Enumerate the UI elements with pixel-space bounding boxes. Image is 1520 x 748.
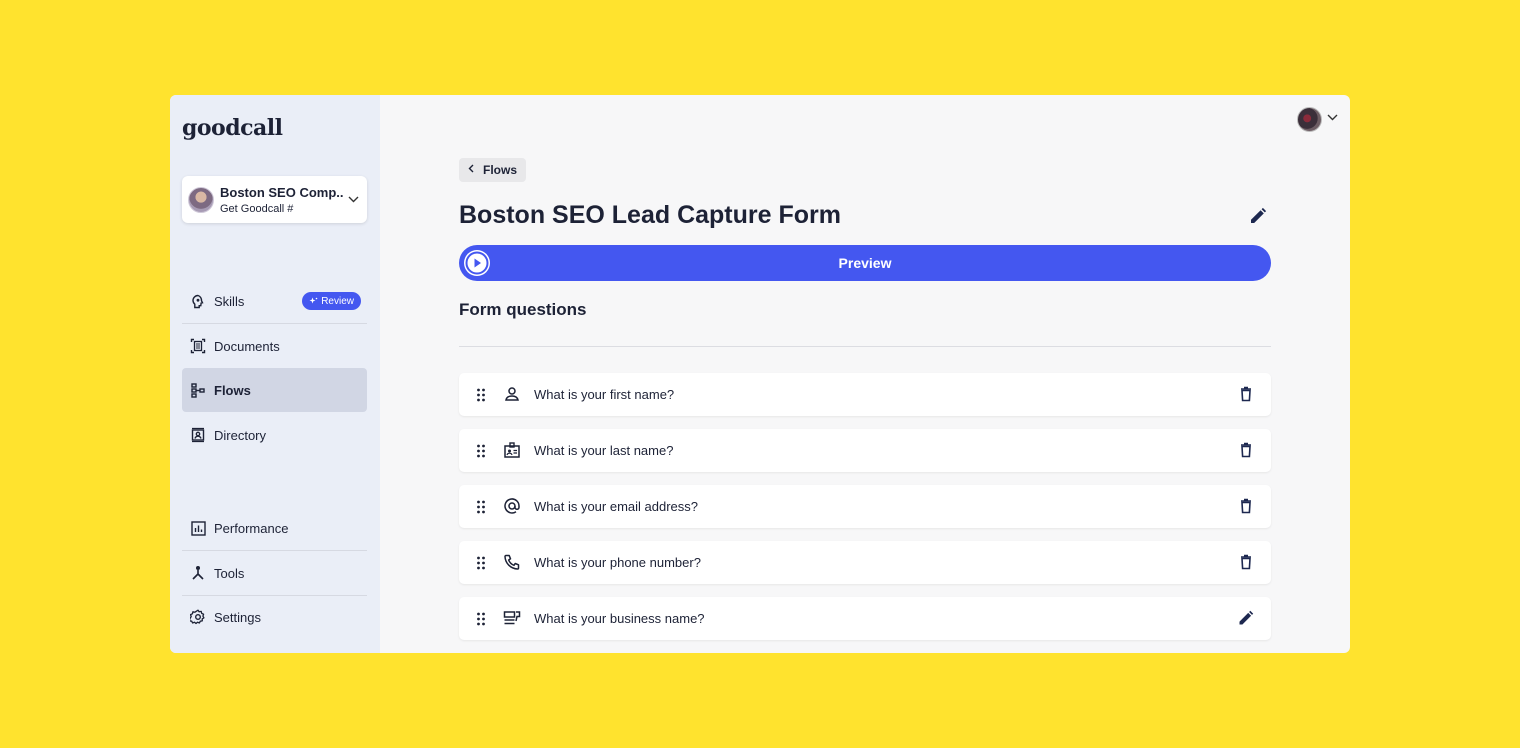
play-icon <box>464 250 490 276</box>
pencil-icon <box>1239 610 1254 625</box>
sidebar-item-performance[interactable]: Performance <box>182 506 367 550</box>
sidebar-item-label: Skills <box>214 293 245 309</box>
sidebar-item-label: Settings <box>214 609 261 625</box>
sidebar-item-label: Performance <box>214 520 289 536</box>
main-content: Flows Boston SEO Lead Capture Form Previ… <box>380 95 1350 653</box>
goodcall-logo[interactable]: goodcall <box>182 115 283 141</box>
sidebar-item-flows[interactable]: Flows <box>182 368 367 412</box>
sidebar-item-label: Tools <box>214 565 245 581</box>
divider <box>459 346 1271 347</box>
account-name: Boston SEO Comp... <box>220 184 344 200</box>
preview-label: Preview <box>838 255 892 271</box>
sidebar-item-label: Directory <box>214 427 267 443</box>
section-title: Form questions <box>459 300 587 319</box>
question-text: What is your last name? <box>534 443 674 458</box>
chevron-down-icon[interactable] <box>1327 112 1338 124</box>
form-question-row[interactable]: What is your business name? <box>459 597 1271 640</box>
sidebar-item-settings[interactable]: Settings <box>182 595 367 639</box>
drag-handle-icon[interactable] <box>476 556 486 570</box>
tools-icon <box>190 565 206 581</box>
document-icon <box>190 338 206 354</box>
drag-handle-icon[interactable] <box>476 444 486 458</box>
review-badge[interactable]: Review <box>302 292 361 310</box>
gear-icon <box>190 609 206 625</box>
question-text: What is your phone number? <box>534 555 701 570</box>
delete-question-button[interactable] <box>1237 441 1255 459</box>
business-card-icon <box>503 609 521 627</box>
trash-icon <box>1241 386 1251 402</box>
chevron-down-icon <box>348 194 359 206</box>
question-text: What is your business name? <box>534 611 705 626</box>
sidebar-item-directory[interactable]: Directory <box>182 413 367 457</box>
pencil-icon <box>1251 207 1267 223</box>
chevron-left-icon <box>468 164 474 176</box>
app-window: goodcall Boston SEO Comp... Get Goodcall… <box>170 95 1350 653</box>
form-question-row[interactable]: What is your first name? <box>459 373 1271 416</box>
drag-handle-icon[interactable] <box>476 388 486 402</box>
drag-handle-icon[interactable] <box>476 612 486 626</box>
flow-icon <box>190 382 206 398</box>
sidebar-item-skills[interactable]: Skills Review <box>182 279 367 323</box>
edit-question-button[interactable] <box>1237 609 1255 627</box>
account-avatar <box>188 186 214 213</box>
person-icon <box>503 385 521 403</box>
phone-icon <box>503 553 521 571</box>
question-text: What is your first name? <box>534 387 675 402</box>
sidebar-item-label: Flows <box>214 382 251 398</box>
preview-button[interactable]: Preview <box>459 245 1271 281</box>
bar-chart-icon <box>190 520 206 536</box>
delete-question-button[interactable] <box>1237 553 1255 571</box>
user-avatar[interactable] <box>1297 107 1322 132</box>
sparkle-icon <box>309 297 318 303</box>
drag-handle-icon[interactable] <box>476 500 486 514</box>
contact-book-icon <box>190 427 206 443</box>
at-sign-icon <box>503 497 521 515</box>
back-to-flows-button[interactable]: Flows <box>459 158 527 182</box>
trash-icon <box>1241 554 1251 570</box>
delete-question-button[interactable] <box>1237 385 1255 403</box>
delete-question-button[interactable] <box>1237 497 1255 515</box>
trash-icon <box>1241 442 1251 458</box>
form-question-row[interactable]: What is your last name? <box>459 429 1271 472</box>
sidebar: goodcall Boston SEO Comp... Get Goodcall… <box>170 95 380 653</box>
back-button-label: Flows <box>483 163 518 177</box>
edit-title-button[interactable] <box>1248 206 1268 226</box>
lightbulb-head-icon <box>190 293 206 309</box>
id-badge-icon <box>503 441 521 459</box>
form-question-row[interactable]: What is your phone number? <box>459 541 1271 584</box>
page-title: Boston SEO Lead Capture Form <box>459 201 841 229</box>
review-badge-label: Review <box>321 295 354 307</box>
sidebar-item-documents[interactable]: Documents <box>182 324 367 368</box>
sidebar-item-label: Documents <box>214 338 280 354</box>
account-subtitle: Get Goodcall # <box>220 202 294 215</box>
trash-icon <box>1241 498 1251 514</box>
question-text: What is your email address? <box>534 499 699 514</box>
account-switcher[interactable]: Boston SEO Comp... Get Goodcall # <box>182 176 367 223</box>
sidebar-item-tools[interactable]: Tools <box>182 551 367 595</box>
form-question-row[interactable]: What is your email address? <box>459 485 1271 528</box>
